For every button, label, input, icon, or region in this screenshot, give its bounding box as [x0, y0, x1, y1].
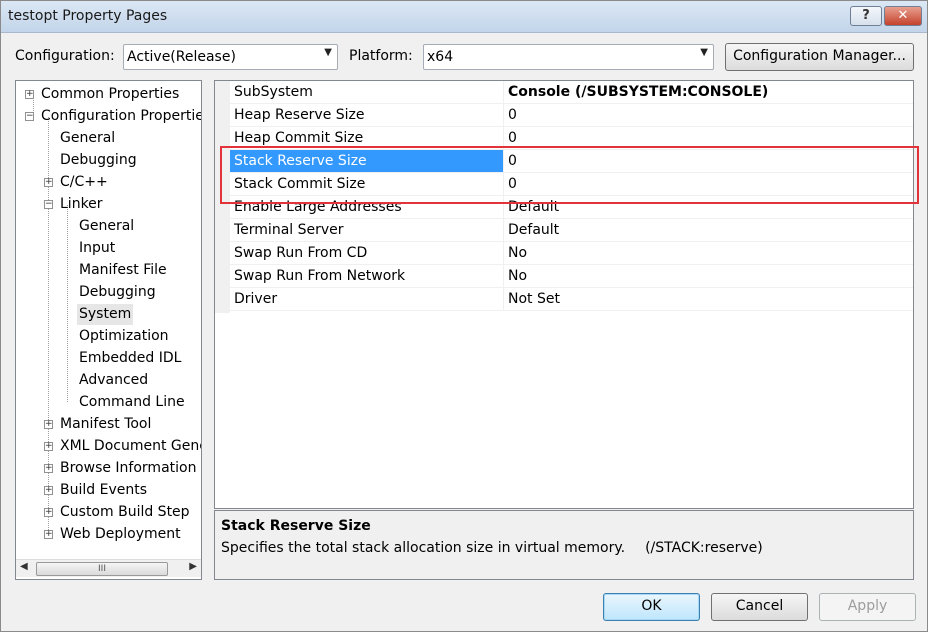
chevron-down-icon: ▼: [700, 47, 708, 58]
tree-item-label: C/C++: [60, 174, 108, 190]
tree-item-label: Build Events: [60, 482, 147, 498]
property-value[interactable]: 0: [508, 130, 517, 146]
property-value[interactable]: No: [508, 268, 527, 284]
property-value[interactable]: Default: [508, 222, 559, 238]
column-divider: [503, 242, 504, 265]
tree-item-label: Command Line: [79, 394, 185, 410]
property-name: Driver: [234, 291, 278, 307]
configuration-value: Active(Release): [127, 49, 236, 65]
property-row-driver[interactable]: Driver Not Set: [230, 288, 913, 311]
column-divider: [503, 265, 504, 288]
platform-dropdown[interactable]: x64 ▼: [423, 44, 714, 70]
property-pages-window: testopt Property Pages ? ✕ Configuration…: [0, 0, 928, 632]
tree-item-system[interactable]: System: [77, 304, 134, 325]
configuration-manager-button[interactable]: Configuration Manager...: [725, 43, 914, 71]
column-divider: [503, 219, 504, 242]
property-row-heap-reserve-size[interactable]: Heap Reserve Size 0: [230, 104, 913, 127]
tree-item-label: System: [79, 306, 132, 322]
property-value[interactable]: Console (/SUBSYSTEM:CONSOLE): [508, 84, 768, 100]
column-divider: [503, 104, 504, 127]
tree-item-label: Configuration Properties: [41, 108, 202, 124]
property-name: Swap Run From CD: [234, 245, 368, 261]
expand-icon[interactable]: +: [44, 420, 53, 429]
scrollbar-thumb[interactable]: III: [36, 562, 168, 576]
tree-item-debugging[interactable]: Debugging: [60, 150, 137, 171]
property-name: SubSystem: [234, 84, 313, 100]
column-divider: [503, 288, 504, 311]
chevron-down-icon: ▼: [324, 47, 332, 58]
tree-item-linker-debugging[interactable]: Debugging: [79, 282, 156, 303]
tree-item-label: Manifest Tool: [60, 416, 152, 432]
apply-button[interactable]: Apply: [819, 593, 916, 621]
tree-line: [67, 205, 68, 402]
description-pane: Stack Reserve Size Specifies the total s…: [214, 510, 914, 580]
expand-icon[interactable]: +: [25, 90, 34, 99]
tree-item-label: Debugging: [60, 152, 137, 168]
expand-icon[interactable]: +: [44, 178, 53, 187]
tree-item-label: Common Properties: [41, 86, 180, 102]
property-row-subsystem[interactable]: SubSystem Console (/SUBSYSTEM:CONSOLE): [230, 81, 913, 104]
description-text: Specifies the total stack allocation siz…: [221, 540, 626, 556]
property-name: Terminal Server: [234, 222, 344, 238]
tree-item-label: Custom Build Step: [60, 504, 190, 520]
title-bar[interactable]: testopt Property Pages ? ✕: [1, 1, 927, 33]
property-value[interactable]: Not Set: [508, 291, 560, 307]
scroll-right-icon[interactable]: ▶: [189, 561, 197, 572]
collapse-icon[interactable]: −: [44, 200, 53, 209]
expand-icon[interactable]: +: [44, 442, 53, 451]
settings-tree[interactable]: + Common Properties − Configuration Prop…: [15, 80, 202, 580]
tree-item-label: Optimization: [79, 328, 169, 344]
tree-item-linker-general[interactable]: General: [79, 216, 134, 237]
close-button[interactable]: ✕: [884, 6, 922, 26]
expand-icon[interactable]: +: [44, 486, 53, 495]
collapse-icon[interactable]: −: [25, 112, 34, 121]
property-value[interactable]: No: [508, 245, 527, 261]
ok-button[interactable]: OK: [603, 593, 700, 621]
property-name: Swap Run From Network: [234, 268, 406, 284]
property-name: Heap Commit Size: [234, 130, 364, 146]
tree-item-general[interactable]: General: [60, 128, 115, 149]
tree-item-label: Browse Information: [60, 460, 197, 476]
property-row-swap-run-from-network[interactable]: Swap Run From Network No: [230, 265, 913, 288]
tree-item-manifest-file[interactable]: Manifest File: [79, 260, 167, 281]
expand-icon[interactable]: +: [44, 530, 53, 539]
tree-item-label: Advanced: [79, 372, 149, 388]
tree-item-label: Web Deployment: [60, 526, 181, 542]
tree-item-label: Embedded IDL: [79, 350, 182, 366]
expand-icon[interactable]: +: [44, 464, 53, 473]
property-row-terminal-server[interactable]: Terminal Server Default: [230, 219, 913, 242]
column-divider: [503, 81, 504, 104]
tree-item-label: Manifest File: [79, 262, 167, 278]
property-name: Heap Reserve Size: [234, 107, 365, 123]
configuration-dropdown[interactable]: Active(Release) ▼: [123, 44, 338, 70]
tree-item-label: General: [79, 218, 135, 234]
tree-item-optimization[interactable]: Optimization: [79, 326, 169, 347]
tree-horizontal-scrollbar[interactable]: ◀ III ▶: [16, 559, 201, 577]
tree-item-advanced[interactable]: Advanced: [79, 370, 148, 391]
description-flag: (/STACK:reserve): [645, 540, 763, 556]
property-grid[interactable]: SubSystem Console (/SUBSYSTEM:CONSOLE) H…: [214, 80, 914, 509]
tree-item-label: XML Document Gene: [60, 438, 202, 454]
platform-value: x64: [427, 49, 454, 65]
scroll-left-icon[interactable]: ◀: [20, 561, 28, 572]
platform-label: Platform:: [349, 48, 413, 64]
cancel-button[interactable]: Cancel: [711, 593, 808, 621]
property-row-swap-run-from-cd[interactable]: Swap Run From CD No: [230, 242, 913, 265]
description-title: Stack Reserve Size: [221, 518, 371, 534]
tree-item-embedded-idl[interactable]: Embedded IDL: [79, 348, 181, 369]
tree-item-label: General: [60, 130, 116, 146]
tree-item-label: Linker: [60, 196, 103, 212]
tree-item-label: Input: [79, 240, 116, 256]
expand-icon[interactable]: +: [44, 508, 53, 517]
description-text-line: Specifies the total stack allocation siz…: [221, 540, 763, 556]
tree-item-command-line[interactable]: Command Line: [79, 392, 185, 413]
tree-item-input[interactable]: Input: [79, 238, 115, 259]
highlight-annotation-box: [220, 146, 919, 204]
tree-item-label: Debugging: [79, 284, 156, 300]
configuration-label: Configuration:: [15, 48, 115, 64]
property-value[interactable]: 0: [508, 107, 517, 123]
window-title: testopt Property Pages: [8, 8, 168, 24]
help-button[interactable]: ?: [850, 6, 882, 26]
